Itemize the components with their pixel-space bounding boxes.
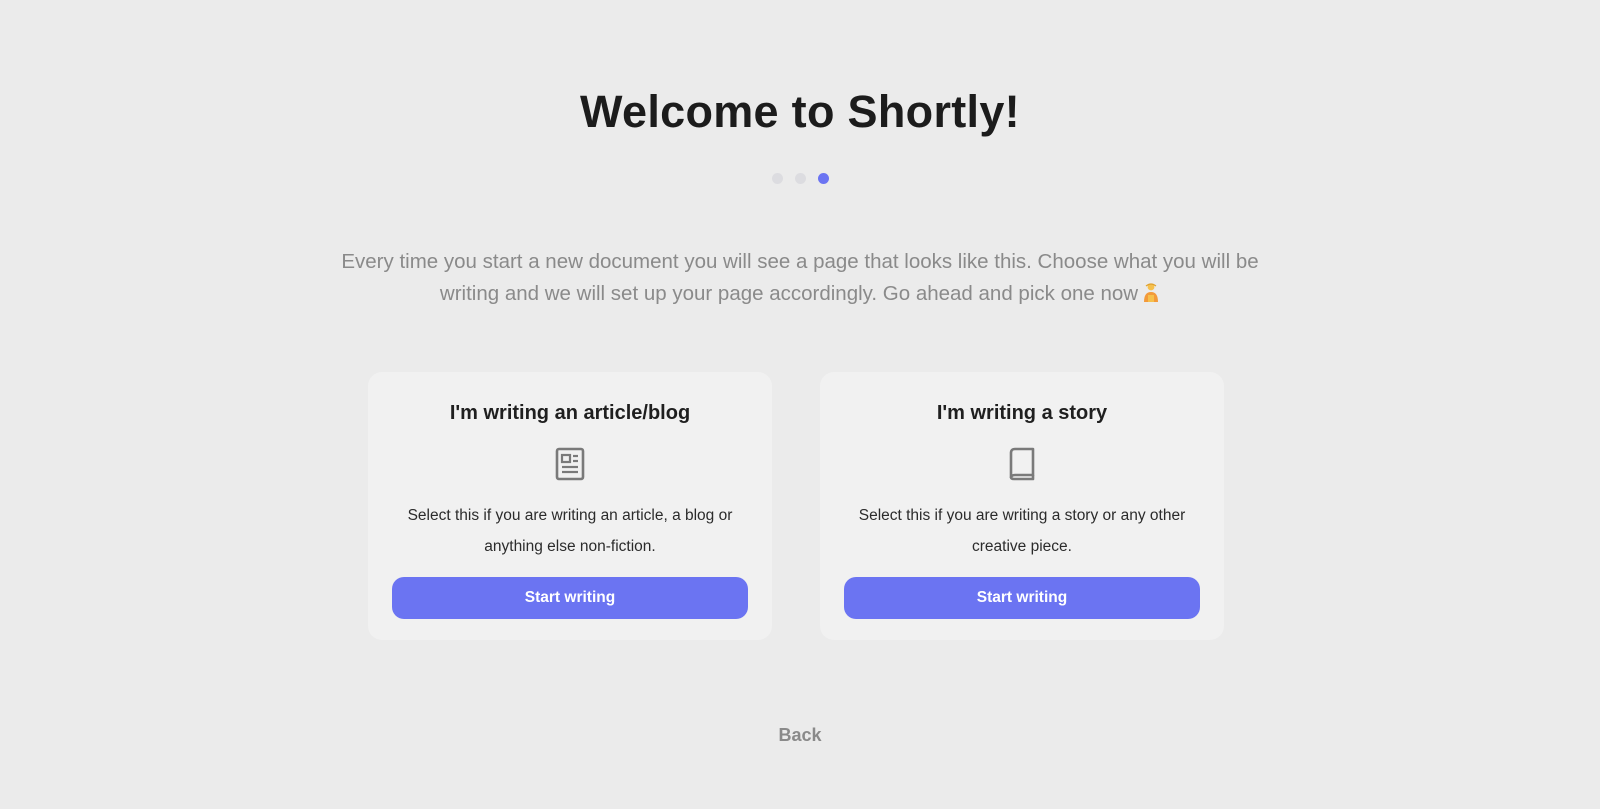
story-card-description: Select this if you are writing a story o…: [858, 507, 1186, 555]
person-emoji: [1144, 283, 1159, 302]
article-option-card[interactable]: I'm writing an article/blog Select this …: [368, 372, 772, 640]
page-title: Welcome to Shortly!: [580, 86, 1020, 137]
intro-text-content: Every time you start a new document you …: [341, 250, 1259, 305]
article-card-description: Select this if you are writing an articl…: [407, 507, 733, 555]
step-dot-3-active: [817, 173, 829, 184]
step-dot-1: [771, 173, 783, 184]
article-start-writing-button[interactable]: Start writing: [392, 577, 748, 619]
step-indicator: [0, 173, 1600, 184]
story-option-card[interactable]: I'm writing a story Select this if you a…: [820, 372, 1224, 640]
back-link-row: Back: [0, 725, 1600, 746]
book-icon: [1009, 447, 1035, 481]
article-card-title: I'm writing an article/blog: [449, 402, 691, 424]
back-link[interactable]: Back: [778, 725, 821, 745]
story-card-title: I'm writing a story: [936, 402, 1108, 424]
story-start-writing-button[interactable]: Start writing: [844, 577, 1200, 619]
article-icon: [555, 447, 585, 481]
intro-text: Every time you start a new document you …: [330, 246, 1270, 310]
step-dot-2: [794, 173, 806, 184]
